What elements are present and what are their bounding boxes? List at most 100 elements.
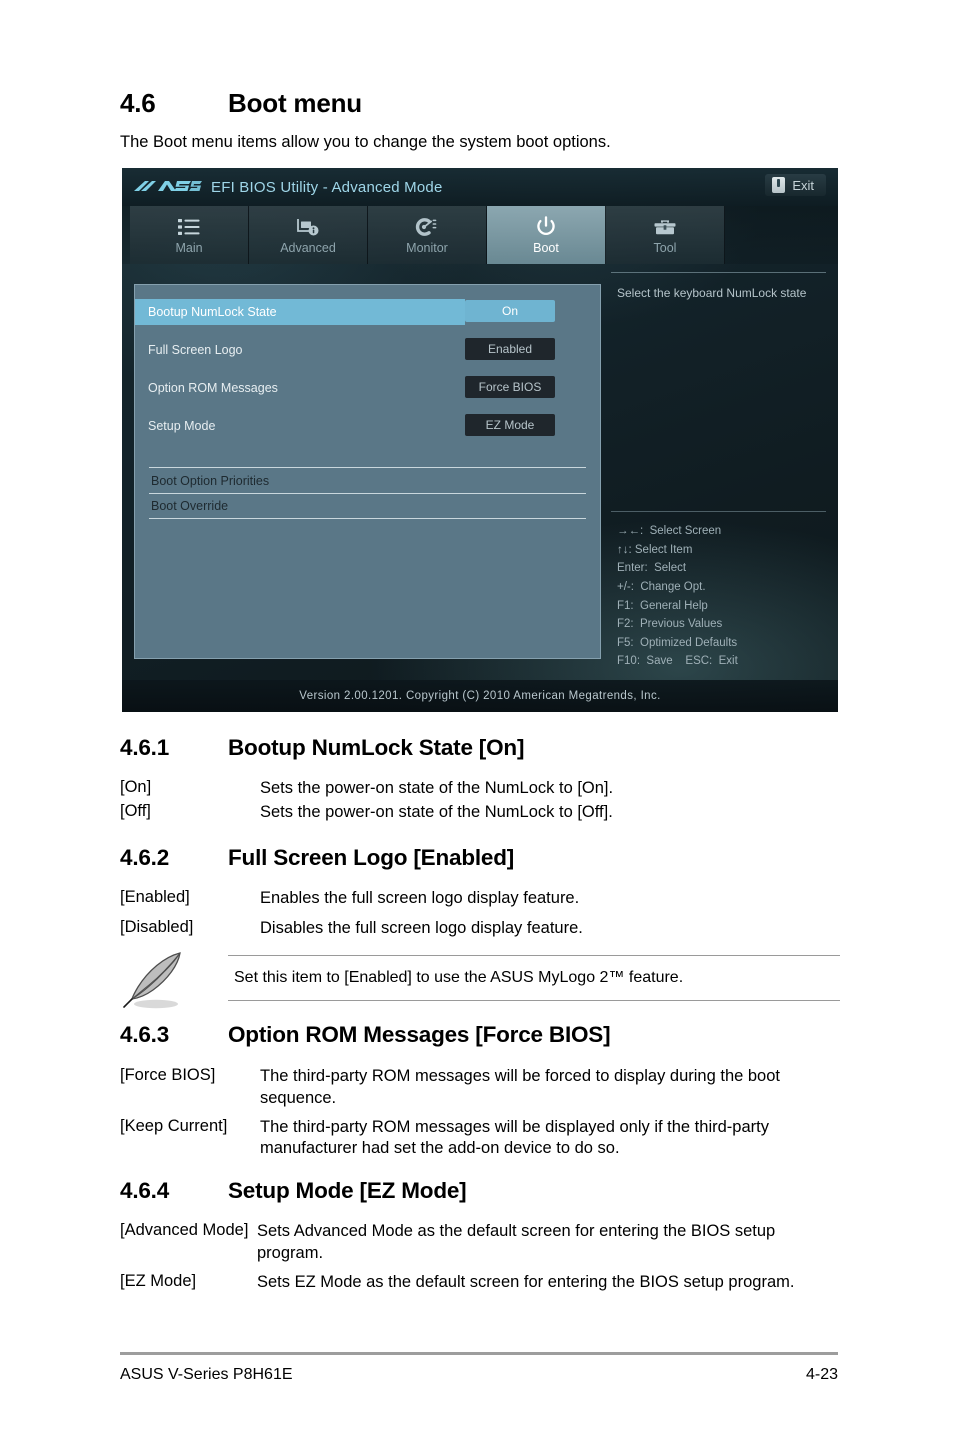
- key-legend-line: Enter: Select: [617, 562, 687, 575]
- key-legend-line: F1: General Help: [617, 599, 708, 612]
- intro-paragraph: The Boot menu items allow you to change …: [120, 133, 611, 151]
- definition-term: [Disabled]: [120, 917, 194, 936]
- setting-value[interactable]: EZ Mode: [465, 414, 555, 436]
- definition-row: [Force BIOS] The third-party ROM message…: [120, 1066, 840, 1110]
- key-legend-line: →←: Select Screen: [617, 525, 722, 537]
- definition-row: [Enabled] Enables the full screen logo d…: [120, 888, 840, 910]
- definition-term: [EZ Mode]: [120, 1271, 197, 1290]
- bios-tab-bar: Main Advanced Monitor Boot Tool: [122, 206, 838, 264]
- exit-icon: [772, 177, 786, 193]
- bios-title: EFI BIOS Utility - Advanced Mode: [211, 178, 443, 196]
- setting-row-setup-mode[interactable]: Setup Mode EZ Mode: [135, 413, 600, 439]
- subsection-number: 4.6.3: [120, 1022, 170, 1047]
- help-box: Select the keyboard NumLock state: [611, 272, 826, 512]
- note-text: Set this item to [Enabled] to use the AS…: [234, 969, 684, 986]
- bios-screenshot: EFI BIOS Utility - Advanced Mode Exit Ma…: [122, 168, 838, 712]
- tab-boot[interactable]: Boot: [487, 206, 606, 264]
- key-legend-line: F5: Optimized Defaults: [617, 636, 738, 649]
- subsection-title-461: 4.6.1 Bootup NumLock State [On]: [120, 735, 524, 761]
- setting-label: Full Screen Logo: [148, 343, 243, 357]
- bios-content: Bootup NumLock State On Full Screen Logo…: [122, 264, 838, 680]
- quill-pen-icon: [122, 949, 218, 1011]
- definition-term: [Force BIOS]: [120, 1066, 216, 1084]
- definition-term: [Keep Current]: [120, 1116, 228, 1135]
- definition-row: [Advanced Mode] Sets Advanced Mode as th…: [120, 1221, 840, 1265]
- setting-label: Bootup NumLock State: [135, 299, 465, 325]
- setting-value[interactable]: Enabled: [465, 338, 555, 360]
- exit-button-label: Exit: [792, 177, 814, 193]
- definition-list-462: [Enabled] Enables the full screen logo d…: [120, 888, 840, 942]
- definition-description: Sets EZ Mode as the default screen for e…: [257, 1272, 795, 1291]
- tab-main-label: Main: [175, 241, 203, 256]
- setting-row-bootup-numlock-state[interactable]: Bootup NumLock State On: [135, 299, 600, 325]
- definition-row: [Keep Current] The third-party ROM messa…: [120, 1117, 840, 1161]
- asus-logo-icon: [132, 178, 202, 197]
- tab-advanced[interactable]: Advanced: [249, 206, 368, 264]
- subsection-number: 4.6.4: [120, 1178, 170, 1203]
- key-legend-line: F2: Previous Values: [617, 618, 723, 631]
- definition-description: Disables the full screen logo display fe…: [260, 918, 583, 937]
- subsection-heading: Bootup NumLock State [On]: [228, 735, 525, 760]
- subsection-title-464: 4.6.4 Setup Mode [EZ Mode]: [120, 1178, 467, 1204]
- list-icon: [178, 215, 200, 239]
- setting-value[interactable]: Force BIOS: [465, 376, 555, 398]
- page-title: 4.6 Boot menu: [120, 88, 362, 119]
- setting-label: Setup Mode: [148, 419, 216, 433]
- setting-value[interactable]: On: [465, 300, 555, 322]
- subsection-title-462: 4.6.2 Full Screen Logo [Enabled]: [120, 845, 514, 871]
- toolbox-icon: [653, 215, 677, 239]
- definition-description: Sets the power-on state of the NumLock t…: [260, 779, 614, 797]
- setting-label: Option ROM Messages: [148, 381, 278, 395]
- definition-term: [Off]: [120, 801, 151, 820]
- definition-description: Enables the full screen logo display fea…: [260, 889, 580, 907]
- subsection-heading: Option ROM Messages [Force BIOS]: [228, 1022, 611, 1047]
- key-legend: →←: Select Screen ↑↓: Select Item Enter:…: [611, 512, 826, 671]
- tab-tool-label: Tool: [653, 241, 677, 256]
- definition-description: Sets the power-on state of the NumLock t…: [260, 802, 613, 821]
- note-box: Set this item to [Enabled] to use the AS…: [120, 952, 840, 1009]
- definition-term: [Enabled]: [120, 888, 190, 906]
- submenu-boot-override[interactable]: Boot Override: [149, 493, 586, 519]
- key-legend-line: ↑↓: Select Item: [617, 543, 693, 556]
- definition-description: Sets Advanced Mode as the default screen…: [257, 1222, 776, 1262]
- key-legend-line: +/-: Change Opt.: [617, 580, 706, 593]
- definition-term: [Advanced Mode]: [120, 1221, 249, 1239]
- tab-advanced-label: Advanced: [280, 241, 336, 256]
- footer-page-number: 4-23: [805, 1366, 838, 1383]
- definition-list-464: [Advanced Mode] Sets Advanced Mode as th…: [120, 1221, 840, 1295]
- note-inner: Set this item to [Enabled] to use the AS…: [228, 955, 840, 1001]
- submenu-boot-option-priorities[interactable]: Boot Option Priorities: [149, 467, 586, 493]
- manual-page: 4.6 Boot menu The Boot menu items allow y…: [0, 0, 954, 1438]
- tab-monitor-label: Monitor: [406, 241, 448, 256]
- exit-button[interactable]: Exit: [765, 174, 826, 196]
- key-legend-line: F10: Save ESC: Exit: [617, 655, 738, 668]
- tab-boot-label: Boot: [533, 241, 559, 256]
- tab-main[interactable]: Main: [130, 206, 249, 264]
- settings-spacer: [135, 451, 600, 467]
- monitor-info-icon: [296, 215, 320, 239]
- subsection-heading: Full Screen Logo [Enabled]: [228, 845, 515, 870]
- setting-row-full-screen-logo[interactable]: Full Screen Logo Enabled: [135, 337, 600, 363]
- bios-version-text: Version 2.00.1201. Copyright (C) 2010 Am…: [299, 690, 661, 702]
- subsection-number: 4.6.1: [120, 735, 170, 760]
- subsection-heading: Setup Mode [EZ Mode]: [228, 1178, 467, 1203]
- subsection-number: 4.6.2: [120, 845, 170, 870]
- settings-panel: Bootup NumLock State On Full Screen Logo…: [134, 284, 601, 659]
- setting-row-option-rom-messages[interactable]: Option ROM Messages Force BIOS: [135, 375, 600, 401]
- definition-row: [Disabled] Disables the full screen logo…: [120, 918, 840, 940]
- help-panel: Select the keyboard NumLock state →←: Se…: [611, 272, 826, 672]
- tab-bar-filler: [725, 206, 838, 264]
- definition-description: The third-party ROM messages will be for…: [260, 1067, 780, 1107]
- tab-monitor[interactable]: Monitor: [368, 206, 487, 264]
- section-number: 4.6: [120, 88, 156, 118]
- bios-titlebar: EFI BIOS Utility - Advanced Mode Exit: [122, 168, 838, 206]
- footer-product-name: ASUS V-Series P8H61E: [120, 1366, 293, 1383]
- tab-tool[interactable]: Tool: [606, 206, 725, 264]
- definition-description: The third-party ROM messages will be dis…: [260, 1117, 769, 1158]
- definition-row: [On] Sets the power-on state of the NumL…: [120, 778, 840, 800]
- footer-divider: [120, 1352, 838, 1355]
- definition-row: [EZ Mode] Sets EZ Mode as the default sc…: [120, 1272, 840, 1294]
- definition-row: [Off] Sets the power-on state of the Num…: [120, 802, 840, 824]
- submenu-label: Boot Override: [151, 499, 229, 513]
- submenu-label: Boot Option Priorities: [151, 473, 270, 488]
